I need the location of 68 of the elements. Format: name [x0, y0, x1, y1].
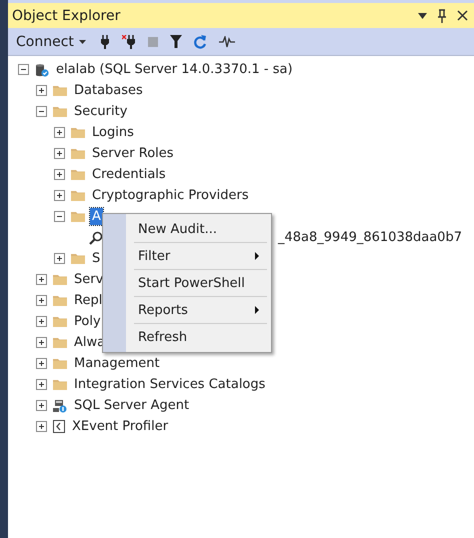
menu-item[interactable]: New Audit...: [105, 216, 269, 242]
plug-icon[interactable]: [100, 34, 110, 48]
folder-icon: [71, 169, 85, 180]
expand-icon[interactable]: [36, 400, 47, 411]
expand-icon[interactable]: [54, 148, 65, 159]
collapse-icon[interactable]: [54, 211, 65, 222]
dropdown-icon[interactable]: [418, 12, 427, 18]
menu-item[interactable]: Filter: [105, 243, 269, 269]
tree-item[interactable]: S: [90, 250, 102, 267]
menu-item[interactable]: Reports: [105, 297, 269, 323]
expand-icon[interactable]: [54, 127, 65, 138]
folder-icon: [53, 337, 67, 348]
tree-item[interactable]: Repl: [72, 292, 104, 309]
tree-item[interactable]: _48a8_9949_861038daa0b7: [276, 229, 464, 246]
tree-item[interactable]: Integration Services Catalogs: [72, 376, 268, 393]
expand-icon[interactable]: [36, 358, 47, 369]
tree-item[interactable]: Poly: [72, 313, 103, 330]
folder-icon: [71, 253, 85, 264]
tree-item[interactable]: A: [90, 208, 103, 225]
expand-icon[interactable]: [36, 379, 47, 390]
tree-item[interactable]: Management: [72, 355, 162, 372]
menu-item[interactable]: Start PowerShell: [105, 270, 269, 296]
tree-item[interactable]: Credentials: [90, 166, 168, 183]
tree-item[interactable]: Logins: [90, 124, 136, 141]
folder-icon: [71, 148, 85, 159]
panel-title: Object Explorer: [12, 8, 122, 24]
folder-icon: [53, 274, 67, 285]
folder-icon: [71, 190, 85, 201]
collapse-icon[interactable]: [36, 106, 47, 117]
expand-icon[interactable]: [54, 190, 65, 201]
tree-item[interactable]: Databases: [72, 82, 145, 99]
connect-button[interactable]: Connect: [16, 34, 86, 50]
tree-item[interactable]: SQL Server Agent: [72, 397, 192, 414]
folder-icon: [53, 85, 67, 96]
folder-icon: [71, 127, 85, 138]
tree-item[interactable]: Security: [72, 103, 130, 120]
folder-icon: [53, 316, 67, 327]
folder-icon: [53, 106, 67, 117]
collapse-icon[interactable]: [18, 64, 29, 75]
folder-icon: [71, 211, 85, 222]
expand-icon[interactable]: [36, 295, 47, 306]
tree-item[interactable]: Cryptographic Providers: [90, 187, 251, 204]
activity-icon[interactable]: [218, 36, 235, 48]
tree-item[interactable]: Server Roles: [90, 145, 176, 162]
folder-icon: [53, 358, 67, 369]
expand-icon[interactable]: [36, 421, 47, 432]
expand-icon[interactable]: [54, 253, 65, 264]
expand-icon[interactable]: [54, 169, 65, 180]
magnifier-icon: [89, 230, 103, 244]
menu-item[interactable]: Refresh: [105, 324, 269, 350]
filter-icon[interactable]: [170, 35, 182, 48]
folder-icon: [53, 379, 67, 390]
event-profiler-icon: [53, 420, 65, 433]
database-server-icon: [35, 62, 49, 76]
agent-icon: [53, 398, 67, 412]
tree-item[interactable]: Serv: [72, 271, 106, 288]
close-icon[interactable]: [457, 10, 468, 21]
tree-item[interactable]: XEvent Profiler: [70, 418, 170, 435]
tree-item[interactable]: elalab (SQL Server 14.0.3370.1 - sa): [54, 61, 295, 78]
folder-icon: [53, 295, 67, 306]
expand-icon[interactable]: [36, 274, 47, 285]
expand-icon[interactable]: [36, 85, 47, 96]
refresh-icon[interactable]: [194, 34, 207, 48]
expand-icon[interactable]: [36, 316, 47, 327]
pin-icon[interactable]: [437, 8, 447, 22]
expand-icon[interactable]: [36, 337, 47, 348]
unplug-icon[interactable]: [122, 34, 136, 48]
caret-icon: [78, 40, 86, 44]
